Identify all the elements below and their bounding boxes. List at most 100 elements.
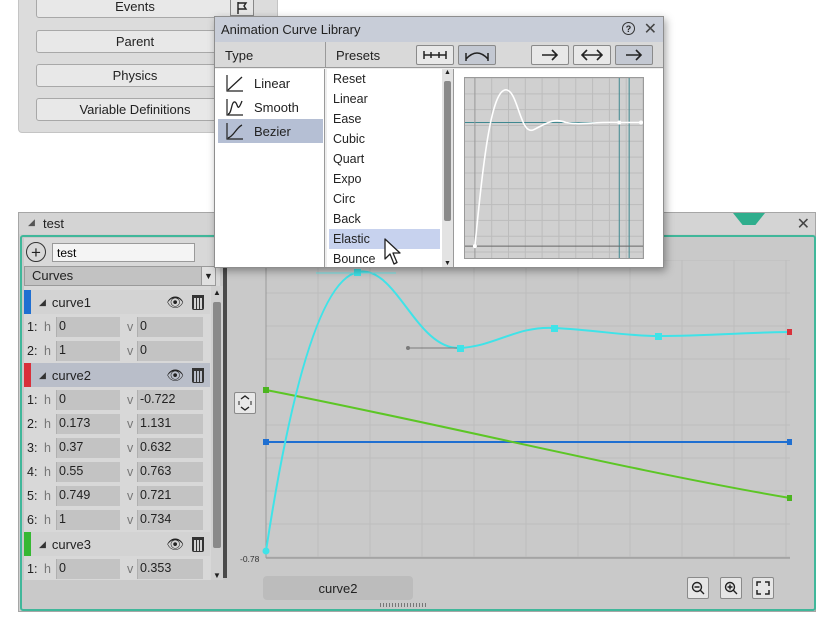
parent-button[interactable]: Parent bbox=[36, 30, 234, 53]
preset-item-circ[interactable]: Circ bbox=[329, 189, 440, 209]
type-item-linear[interactable]: Linear bbox=[218, 71, 323, 95]
type-item-bezier[interactable]: Bezier bbox=[218, 119, 323, 143]
curve3-point bbox=[787, 495, 792, 501]
v-value-field[interactable]: 0.721 bbox=[137, 486, 203, 506]
eye-icon[interactable]: 👁 bbox=[166, 536, 184, 553]
close-icon[interactable]: ✕ bbox=[644, 19, 657, 39]
point-row: 3: h 0.37 v 0.632 bbox=[24, 436, 210, 460]
zoom-in-icon[interactable] bbox=[720, 577, 742, 599]
arrow-right-icon[interactable] bbox=[531, 45, 569, 65]
point-index: 2: bbox=[27, 344, 38, 358]
h-value-field[interactable]: 0 bbox=[56, 317, 120, 337]
preset-item-back[interactable]: Back bbox=[329, 209, 440, 229]
curve-graph[interactable] bbox=[246, 260, 792, 560]
preset-item-linear[interactable]: Linear bbox=[329, 89, 440, 109]
fit-vertical-icon[interactable] bbox=[234, 392, 256, 414]
v-value-field[interactable]: -0.722 bbox=[137, 390, 203, 410]
scroll-thumb[interactable] bbox=[444, 81, 451, 221]
type-item-smooth[interactable]: Smooth bbox=[218, 95, 323, 119]
preset-item-ease[interactable]: Ease bbox=[329, 109, 440, 129]
h-value-field[interactable]: 0.55 bbox=[56, 462, 120, 482]
point-row: 2: h 1 v 0 bbox=[24, 339, 210, 363]
curve1-point bbox=[787, 439, 792, 445]
preset-item-expo[interactable]: Expo bbox=[329, 169, 440, 189]
v-value-field[interactable]: 0.734 bbox=[137, 510, 203, 530]
curve2-line bbox=[265, 270, 791, 552]
mouse-cursor-icon bbox=[384, 238, 401, 265]
curve-name-label: curve1 bbox=[51, 294, 91, 310]
curve-rows: ◢ curve1 👁 1: h 0 v 0 2: h 1 v 0 ◢ curve2 👁 1: h 0 v -0.722 2… bbox=[24, 238, 210, 580]
h-value-field[interactable]: 0.37 bbox=[56, 438, 120, 458]
v-value-field[interactable]: 0.353 bbox=[137, 559, 203, 579]
close-icon[interactable]: ✕ bbox=[797, 214, 810, 234]
v-label: v bbox=[127, 393, 134, 407]
linear-icon bbox=[226, 75, 243, 92]
curve-color-swatch[interactable] bbox=[24, 363, 31, 387]
v-value-field[interactable]: 1.131 bbox=[137, 414, 203, 434]
h-value-field[interactable]: 0 bbox=[56, 390, 120, 410]
preset-scrollbar[interactable]: ▲ ▼ bbox=[442, 69, 453, 267]
collapse-icon[interactable]: ◢ bbox=[28, 217, 35, 228]
eye-icon[interactable]: 👁 bbox=[166, 294, 184, 311]
arrow-right-icon[interactable] bbox=[615, 45, 653, 65]
v-value-field[interactable]: 0.763 bbox=[137, 462, 203, 482]
scroll-up-icon[interactable]: ▲ bbox=[442, 69, 453, 76]
resize-grip[interactable] bbox=[380, 603, 428, 607]
h-value-field[interactable]: 1 bbox=[56, 341, 120, 361]
preset-item-quart[interactable]: Quart bbox=[329, 149, 440, 169]
smooth-icon bbox=[226, 99, 243, 116]
point-index: 4: bbox=[27, 465, 38, 479]
preset-item-reset[interactable]: Reset bbox=[329, 69, 440, 89]
fullscreen-icon[interactable] bbox=[752, 577, 774, 599]
help-icon[interactable]: ? bbox=[622, 22, 635, 35]
curve3-line bbox=[265, 389, 791, 499]
curve-color-swatch[interactable] bbox=[24, 290, 31, 314]
curve-header-curve2[interactable]: ◢ curve2 👁 bbox=[24, 363, 210, 387]
list-scrollbar[interactable]: ▲ ▼ bbox=[211, 286, 223, 580]
editor-tab-marker bbox=[733, 213, 765, 225]
dialog-title-bar[interactable]: Animation Curve Library ? ✕ bbox=[215, 17, 663, 42]
ease-in-out-linear-icon[interactable] bbox=[416, 45, 454, 65]
scroll-up-icon[interactable]: ▲ bbox=[211, 288, 223, 297]
h-value-field[interactable]: 0.749 bbox=[56, 486, 120, 506]
curve2-point bbox=[354, 269, 361, 276]
collapse-icon[interactable]: ◢ bbox=[39, 297, 46, 308]
trash-icon[interactable] bbox=[192, 367, 204, 383]
events-button[interactable]: Events bbox=[36, 0, 234, 18]
h-value-field[interactable]: 1 bbox=[56, 510, 120, 530]
scroll-down-icon[interactable]: ▼ bbox=[211, 571, 223, 580]
flag-icon[interactable] bbox=[230, 0, 254, 16]
scroll-thumb[interactable] bbox=[213, 302, 221, 548]
trash-icon[interactable] bbox=[192, 536, 204, 552]
v-value-field[interactable]: 0 bbox=[137, 341, 203, 361]
v-label: v bbox=[127, 320, 134, 334]
variable-definitions-button[interactable]: Variable Definitions bbox=[36, 98, 234, 121]
preset-item-cubic[interactable]: Cubic bbox=[329, 129, 440, 149]
scroll-down-icon[interactable]: ▼ bbox=[442, 260, 453, 267]
point-index: 5: bbox=[27, 489, 38, 503]
arrow-both-icon[interactable] bbox=[573, 45, 611, 65]
selected-curve-label: curve2 bbox=[263, 576, 413, 600]
curve-header-curve3[interactable]: ◢ curve3 👁 bbox=[24, 532, 210, 556]
panel-divider[interactable] bbox=[223, 238, 227, 578]
h-label: h bbox=[44, 320, 51, 334]
point-row: 6: h 1 v 0.734 bbox=[24, 508, 210, 532]
curve-color-swatch[interactable] bbox=[24, 532, 31, 556]
v-value-field[interactable]: 0.632 bbox=[137, 438, 203, 458]
v-label: v bbox=[127, 513, 134, 527]
eye-icon[interactable]: 👁 bbox=[166, 367, 184, 384]
v-value-field[interactable]: 0 bbox=[137, 317, 203, 337]
h-value-field[interactable]: 0 bbox=[56, 559, 120, 579]
zoom-out-icon[interactable] bbox=[687, 577, 709, 599]
h-label: h bbox=[44, 441, 51, 455]
collapse-icon[interactable]: ◢ bbox=[39, 370, 46, 381]
h-value-field[interactable]: 0.173 bbox=[56, 414, 120, 434]
preset-preview-graph bbox=[464, 77, 644, 259]
ease-in-out-curve-icon[interactable] bbox=[458, 45, 496, 65]
collapse-icon[interactable]: ◢ bbox=[39, 539, 46, 550]
trash-icon[interactable] bbox=[192, 294, 204, 310]
preset-preview-pane bbox=[453, 69, 663, 267]
curve-header-curve1[interactable]: ◢ curve1 👁 bbox=[24, 290, 210, 314]
dialog-header-row: Type Presets bbox=[215, 42, 663, 68]
physics-button[interactable]: Physics bbox=[36, 64, 234, 87]
